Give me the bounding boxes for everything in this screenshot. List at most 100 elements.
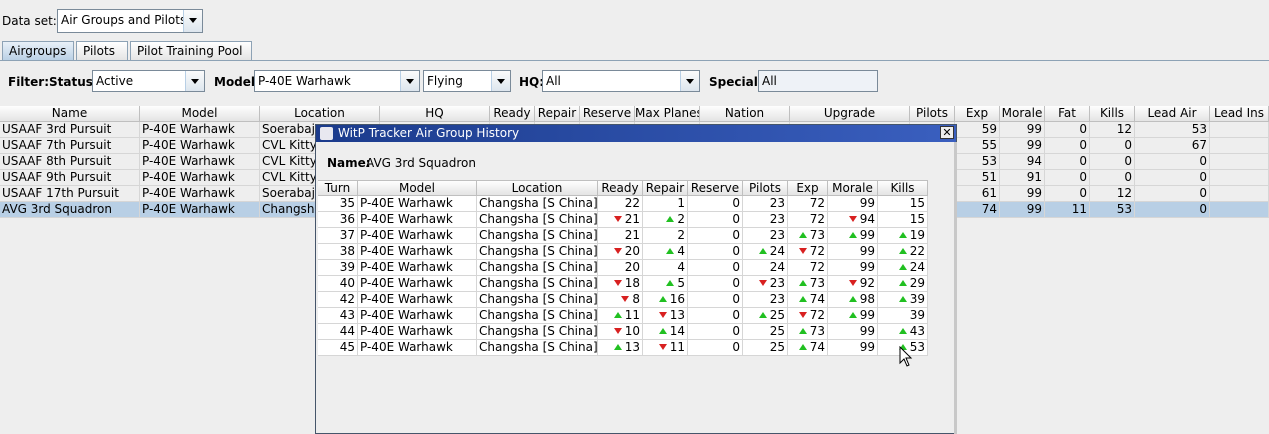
history-header-model[interactable]: Model <box>358 180 477 196</box>
column-header-nation[interactable]: Nation <box>700 106 790 122</box>
history-cell-turn: 44 <box>318 324 358 340</box>
column-header-ready[interactable]: Ready <box>490 106 535 122</box>
column-header-upgrade[interactable]: Upgrade <box>790 106 910 122</box>
history-header-ready[interactable]: Ready <box>598 180 643 196</box>
history-cell-model: P-40E Warhawk <box>358 340 477 356</box>
history-value: 74 <box>809 340 825 354</box>
history-value: Changsha [S China] <box>479 340 598 354</box>
close-button[interactable]: ✕ <box>940 126 954 139</box>
history-header-morale[interactable]: Morale <box>828 180 878 196</box>
history-value: Changsha [S China] <box>479 308 598 322</box>
history-header-kills[interactable]: Kills <box>878 180 928 196</box>
column-header-kills[interactable]: Kills <box>1090 106 1135 122</box>
chevron-down-icon[interactable] <box>680 71 699 91</box>
history-header-repair[interactable]: Repair <box>643 180 688 196</box>
column-header-exp[interactable]: Exp <box>955 106 1000 122</box>
model-select[interactable]: P-40E Warhawk <box>254 70 420 92</box>
column-header-model[interactable]: Model <box>140 106 260 122</box>
column-header-pilots[interactable]: Pilots <box>910 106 955 122</box>
java-icon <box>320 127 333 140</box>
chevron-down-icon[interactable] <box>183 10 202 32</box>
table-cell: 12 <box>1090 186 1135 202</box>
history-value: 24 <box>769 244 785 258</box>
tab-pilots[interactable]: Pilots <box>76 41 128 61</box>
column-header-morale[interactable]: Morale <box>1000 106 1045 122</box>
column-header-fat[interactable]: Fat <box>1045 106 1090 122</box>
tab-airgroups[interactable]: Airgroups <box>2 41 74 61</box>
column-header-hq[interactable]: HQ <box>380 106 490 122</box>
mode-select[interactable]: Flying <box>423 70 511 92</box>
history-cell-pilots: 24 <box>743 260 788 276</box>
arrow-down-icon <box>798 312 807 318</box>
history-cell-morale: 92 <box>828 276 878 292</box>
column-header-lead-air[interactable]: Lead Air <box>1135 106 1210 122</box>
dialog-title-bar[interactable]: WitP Tracker Air Group History ✕ <box>316 125 956 142</box>
tab-divider <box>0 60 1269 61</box>
history-cell-reserve: 0 <box>688 212 743 228</box>
column-header-reserve[interactable]: Reserve <box>580 106 635 122</box>
history-value: 25 <box>769 308 785 322</box>
table-cell <box>1210 154 1269 170</box>
history-header-exp[interactable]: Exp <box>788 180 828 196</box>
column-header-location[interactable]: Location <box>260 106 380 122</box>
mode-value: Flying <box>427 74 463 88</box>
history-cell-ready: 18 <box>598 276 643 292</box>
table-cell: 51 <box>955 170 1000 186</box>
history-header-turn[interactable]: Turn <box>318 180 358 196</box>
chevron-down-icon[interactable] <box>491 71 510 91</box>
hq-value: All <box>546 74 561 88</box>
history-cell-repair: 4 <box>643 244 688 260</box>
history-value: 98 <box>859 292 875 306</box>
filter-label: Filter: <box>8 75 50 89</box>
history-cell-ready: 21 <box>598 228 643 244</box>
history-value: 13 <box>624 340 640 354</box>
arrow-up-icon <box>666 216 675 222</box>
history-value: 23 <box>769 228 785 242</box>
history-cell-repair: 11 <box>643 340 688 356</box>
table-cell: 91 <box>1000 170 1045 186</box>
status-select[interactable]: Active <box>92 70 205 92</box>
history-cell-pilots: 23 <box>743 196 788 212</box>
table-cell: P-40E Warhawk <box>140 186 260 202</box>
history-value: 11 <box>624 308 640 322</box>
table-cell: 0 <box>1135 170 1210 186</box>
history-header-location[interactable]: Location <box>477 180 598 196</box>
history-cell-pilots: 25 <box>743 324 788 340</box>
history-value: 99 <box>859 228 875 242</box>
table-cell: 94 <box>1000 154 1045 170</box>
history-value: 99 <box>859 244 875 258</box>
special-field[interactable]: All <box>758 70 878 92</box>
history-value: 0 <box>732 196 740 210</box>
history-cell-morale: 99 <box>828 196 878 212</box>
arrow-up-icon <box>658 328 667 334</box>
history-value: 2 <box>677 212 685 226</box>
column-header-lead-ins[interactable]: Lead Ins <box>1210 106 1269 122</box>
chevron-down-icon[interactable] <box>400 71 419 91</box>
history-value: 38 <box>339 244 355 258</box>
arrow-down-icon <box>613 280 622 286</box>
history-value: 99 <box>859 196 875 210</box>
dataset-select[interactable]: Air Groups and Pilots <box>57 9 203 33</box>
history-value: Changsha [S China] <box>479 228 598 242</box>
tab-pilot-training-pool[interactable]: Pilot Training Pool <box>130 41 252 61</box>
history-value: Changsha [S China] <box>479 196 598 210</box>
history-value: P-40E Warhawk <box>360 292 453 306</box>
history-value: 21 <box>624 228 640 242</box>
column-header-max-planes[interactable]: Max Planes <box>635 106 700 122</box>
arrow-up-icon <box>848 312 857 318</box>
column-header-name[interactable]: Name <box>0 106 140 122</box>
chevron-down-icon[interactable] <box>185 71 204 91</box>
history-value: 24 <box>769 260 785 274</box>
history-header-pilots[interactable]: Pilots <box>743 180 788 196</box>
history-value: 73 <box>809 228 825 242</box>
history-value: 43 <box>909 324 925 338</box>
history-cell-ready: 13 <box>598 340 643 356</box>
history-cell-ready: 11 <box>598 308 643 324</box>
history-header-reserve[interactable]: Reserve <box>688 180 743 196</box>
table-cell <box>1210 122 1269 138</box>
arrow-up-icon <box>848 296 857 302</box>
hq-select[interactable]: All <box>542 70 700 92</box>
column-header-repair[interactable]: Repair <box>535 106 580 122</box>
history-cell-turn: 45 <box>318 340 358 356</box>
history-value: 14 <box>669 324 685 338</box>
